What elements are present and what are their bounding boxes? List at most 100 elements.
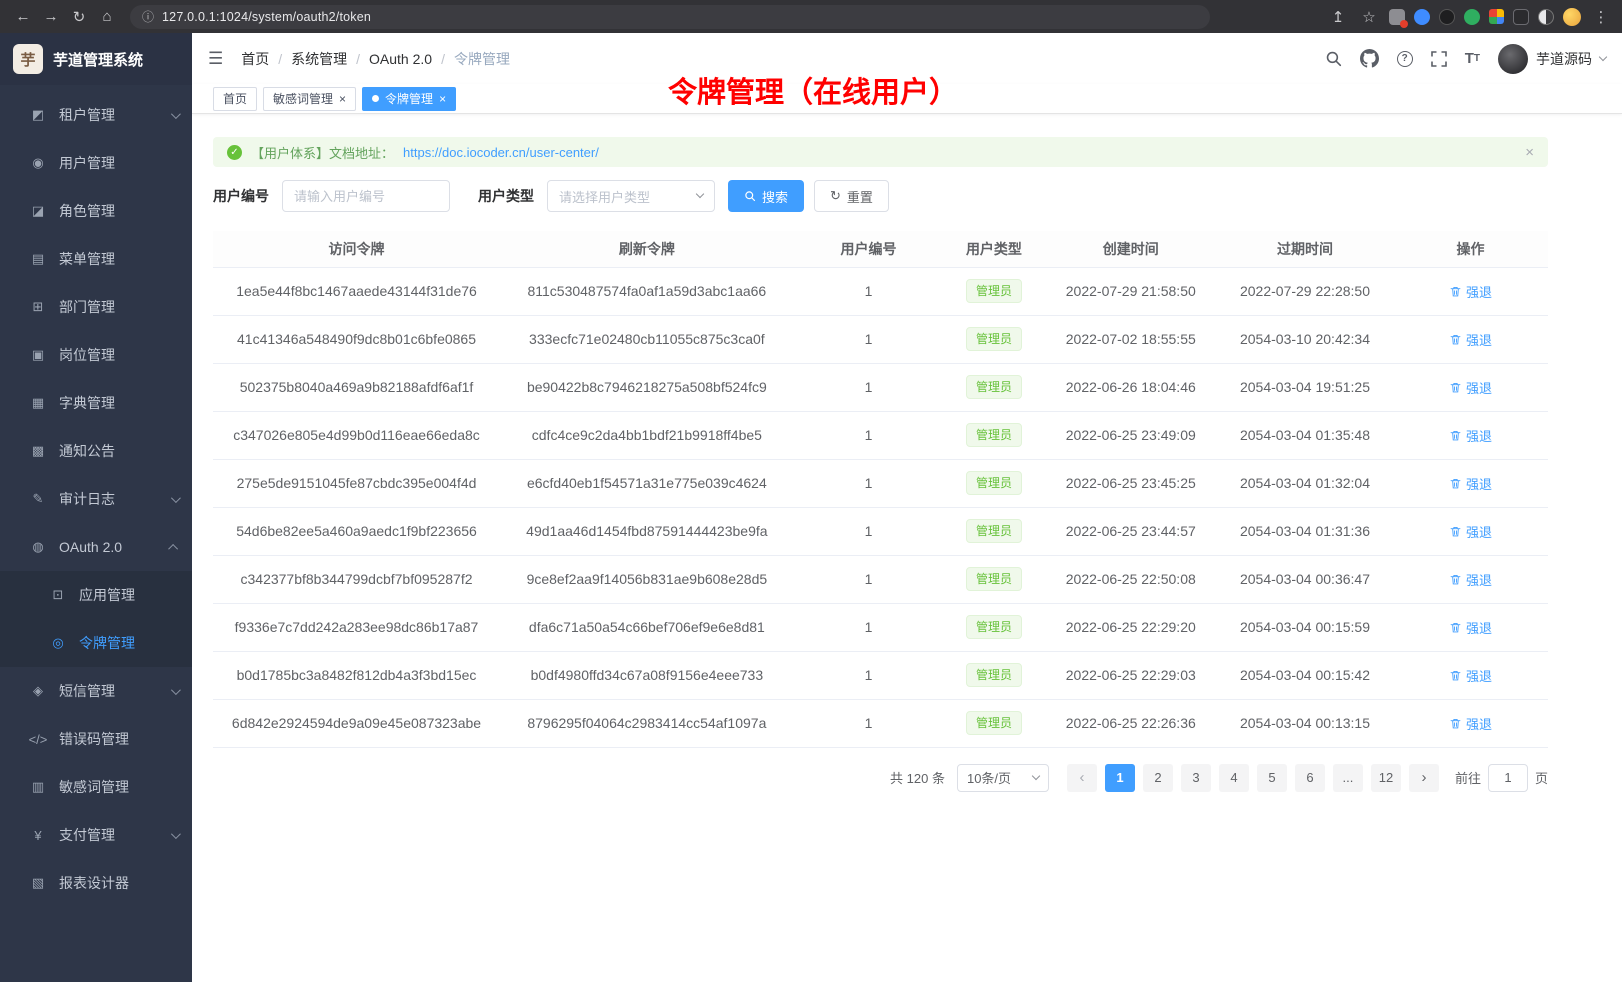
user-avatar xyxy=(1498,44,1528,74)
github-icon[interactable] xyxy=(1360,49,1379,68)
extensions-puzzle-icon[interactable] xyxy=(1489,9,1504,24)
force-logout-button[interactable]: 强退 xyxy=(1449,618,1492,637)
breadcrumb-separator: / xyxy=(356,51,360,67)
force-logout-button[interactable]: 强退 xyxy=(1449,522,1492,541)
help-icon[interactable]: ? xyxy=(1397,51,1413,67)
force-logout-button[interactable]: 强退 xyxy=(1449,282,1492,301)
page-number-button[interactable]: ... xyxy=(1333,764,1363,792)
success-check-icon: ✓ xyxy=(227,145,242,160)
next-page-button[interactable]: › xyxy=(1409,764,1439,792)
dept-icon: ⊞ xyxy=(28,299,48,315)
prev-page-button[interactable]: ‹ xyxy=(1067,764,1097,792)
share-icon[interactable]: ↥ xyxy=(1327,5,1349,29)
main-area: ☰ / 首页 / 系统管理 / OAuth 2.0 / 令牌管理 xyxy=(192,33,1622,982)
sidebar-item[interactable]: ◎ 令牌管理 xyxy=(0,619,192,667)
page-number-button[interactable]: 1 xyxy=(1105,764,1135,792)
sidebar-item[interactable]: ▥ 敏感词管理 xyxy=(0,763,192,811)
browser-menu-icon[interactable]: ⋮ xyxy=(1590,5,1612,29)
sidebar-item[interactable]: ◉ 用户管理 xyxy=(0,139,192,187)
force-logout-button[interactable]: 强退 xyxy=(1449,378,1492,397)
page-number-button[interactable]: 4 xyxy=(1219,764,1249,792)
bookmark-star-icon[interactable]: ☆ xyxy=(1358,5,1380,29)
force-logout-button[interactable]: 强退 xyxy=(1449,474,1492,493)
collapse-sidebar-icon[interactable]: ☰ xyxy=(208,49,223,69)
doc-link[interactable]: https://doc.iocoder.cn/user-center/ xyxy=(403,145,599,160)
force-logout-button[interactable]: 强退 xyxy=(1449,666,1492,685)
font-size-icon[interactable]: TT xyxy=(1465,50,1480,67)
back-icon[interactable]: ← xyxy=(10,5,36,29)
reset-button[interactable]: ↻ 重置 xyxy=(814,180,889,212)
browser-profile-avatar[interactable] xyxy=(1563,8,1581,26)
user-type-cell: 管理员 xyxy=(943,459,1044,507)
force-logout-button[interactable]: 强退 xyxy=(1449,714,1492,733)
reload-icon[interactable]: ↻ xyxy=(66,5,92,29)
topbar-actions: ? TT 芋道源码 xyxy=(1325,44,1606,74)
sidebar-item[interactable]: ▩ 通知公告 xyxy=(0,427,192,475)
sidebar-item[interactable]: </> 错误码管理 xyxy=(0,715,192,763)
breadcrumb-item[interactable]: OAuth 2.0 xyxy=(369,51,432,67)
force-logout-button[interactable]: 强退 xyxy=(1449,570,1492,589)
sidebar-item[interactable]: ◈ 短信管理 xyxy=(0,667,192,715)
extension-icon[interactable] xyxy=(1439,9,1455,25)
sidebar-item[interactable]: ⊡ 应用管理 xyxy=(0,571,192,619)
sidebar-item[interactable]: ⊞ 部门管理 xyxy=(0,283,192,331)
page-number-button[interactable]: 2 xyxy=(1143,764,1173,792)
page-number-button[interactable]: 3 xyxy=(1181,764,1211,792)
sidebar-item[interactable]: ¥ 支付管理 xyxy=(0,811,192,859)
page-number-button[interactable]: 5 xyxy=(1257,764,1287,792)
extension-icon[interactable] xyxy=(1414,9,1430,25)
search-icon[interactable] xyxy=(1325,50,1342,67)
tab-close-icon[interactable]: × xyxy=(339,93,346,105)
user-id-input[interactable] xyxy=(282,180,450,212)
user-menu[interactable]: 芋道源码 xyxy=(1498,44,1606,74)
user-type-select[interactable]: 请选择用户类型 xyxy=(547,180,715,212)
breadcrumb-item[interactable]: 系统管理 xyxy=(291,49,347,69)
page-content: ✓ 【用户体系】文档地址： https://doc.iocoder.cn/use… xyxy=(192,114,1622,982)
expire-time-cell: 2054-03-04 00:15:59 xyxy=(1217,603,1393,651)
goto-page-input[interactable] xyxy=(1488,764,1528,792)
extension-icon[interactable] xyxy=(1464,9,1480,25)
breadcrumb-item[interactable]: 令牌管理 xyxy=(454,49,510,69)
tenant-icon: ◩ xyxy=(28,107,48,123)
breadcrumb-item[interactable]: 首页 xyxy=(241,49,269,69)
page-size-select[interactable]: 10条/页 xyxy=(957,764,1049,792)
sidebar-menu: ◩ 租户管理 ◉ 用户管理 ◪ 角色管理 ▤ xyxy=(0,85,192,982)
expire-time-cell: 2054-03-04 00:15:42 xyxy=(1217,651,1393,699)
tab-close-icon[interactable]: × xyxy=(439,93,446,105)
delete-icon xyxy=(1449,333,1462,346)
expire-time-cell: 2054-03-04 01:31:36 xyxy=(1217,507,1393,555)
app-icon: ⊡ xyxy=(48,587,68,603)
url-text: 127.0.0.1:1024/system/oauth2/token xyxy=(162,10,371,24)
sidebar-item[interactable]: ◩ 租户管理 xyxy=(0,91,192,139)
page-number-button[interactable]: 12 xyxy=(1371,764,1401,792)
site-info-icon[interactable]: ⓘ xyxy=(142,8,154,25)
app-logo[interactable]: 芋 芋道管理系统 xyxy=(0,33,192,85)
address-bar[interactable]: ⓘ 127.0.0.1:1024/system/oauth2/token xyxy=(130,5,1210,29)
page-tab[interactable]: 令牌管理 × xyxy=(362,87,456,111)
extension-icon[interactable] xyxy=(1513,9,1529,25)
extension-icon[interactable] xyxy=(1389,9,1405,25)
user-type-tag: 管理员 xyxy=(966,615,1022,639)
fullscreen-icon[interactable] xyxy=(1431,51,1447,67)
sidebar-item[interactable]: ▤ 菜单管理 xyxy=(0,235,192,283)
home-icon[interactable]: ⌂ xyxy=(94,5,120,29)
error-icon: </> xyxy=(28,732,48,747)
sidebar-item[interactable]: ▣ 岗位管理 xyxy=(0,331,192,379)
force-logout-button[interactable]: 强退 xyxy=(1449,426,1492,445)
page-tab[interactable]: 敏感词管理 × xyxy=(263,87,356,111)
expire-time-cell: 2054-03-04 19:51:25 xyxy=(1217,363,1393,411)
action-cell: 强退 xyxy=(1393,555,1548,603)
sidebar-item[interactable]: ▧ 报表设计器 xyxy=(0,859,192,907)
forward-icon[interactable]: → xyxy=(38,5,64,29)
sidebar-item[interactable]: ◪ 角色管理 xyxy=(0,187,192,235)
search-button[interactable]: 搜索 xyxy=(728,180,804,212)
force-logout-button[interactable]: 强退 xyxy=(1449,330,1492,349)
page-number-button[interactable]: 6 xyxy=(1295,764,1325,792)
extension-icon[interactable] xyxy=(1538,9,1554,25)
sidebar-item[interactable]: ✎ 审计日志 xyxy=(0,475,192,523)
sidebar-item[interactable]: ◍ OAuth 2.0 xyxy=(0,523,192,571)
page-tab[interactable]: 首页 × xyxy=(213,87,257,111)
action-cell: 强退 xyxy=(1393,363,1548,411)
alert-close-icon[interactable]: × xyxy=(1525,144,1534,161)
sidebar-item[interactable]: ▦ 字典管理 xyxy=(0,379,192,427)
